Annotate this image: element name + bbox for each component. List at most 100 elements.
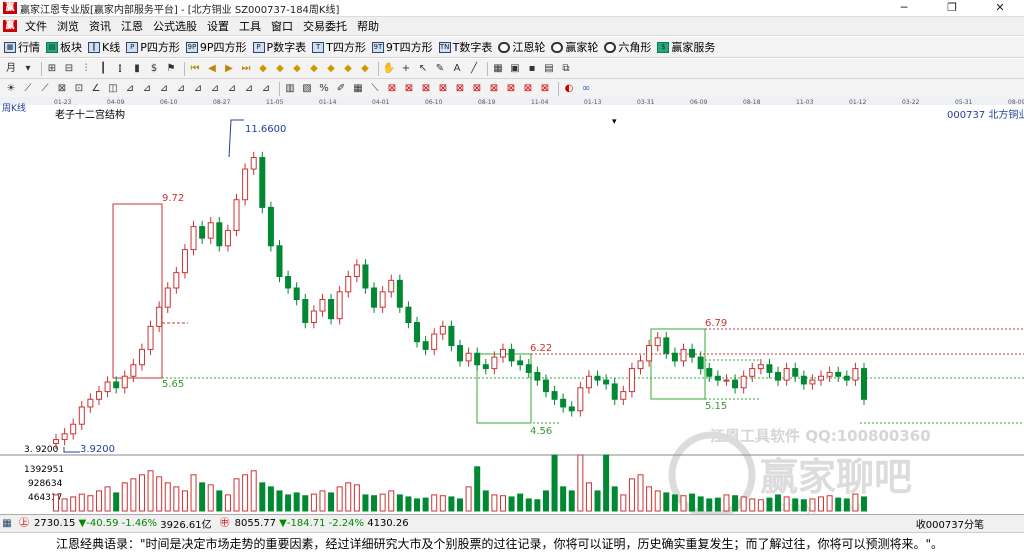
index-sh[interactable]: 2730.15 ▼-40.59 -1.46% 3926.61亿	[34, 516, 212, 531]
index-sz[interactable]: 8055.77 ▼-184.71 -2.24% 4130.26	[235, 518, 409, 529]
menu-trade[interactable]: 交易委托	[298, 17, 352, 36]
hand-icon[interactable]: ✋	[382, 62, 396, 76]
next-icon[interactable]: ▶	[222, 62, 236, 76]
gann-fan2-icon[interactable]: ⟋	[38, 82, 52, 96]
diamond-3-icon[interactable]: ◆	[290, 62, 304, 76]
menu-gann[interactable]: 江恩	[116, 17, 148, 36]
winner-wheel-button[interactable]: 赢家轮	[551, 39, 598, 55]
gann-fan-icon[interactable]: ⟋	[21, 82, 35, 96]
9t-square-button[interactable]: 9T 9T四方形	[371, 39, 433, 55]
status-right[interactable]: 收000737分笔	[916, 516, 984, 531]
infinity-icon[interactable]: ∞	[579, 82, 593, 96]
minimize-button[interactable]: ─	[880, 0, 928, 17]
menu-help[interactable]: 帮助	[352, 17, 384, 36]
gann-tool-5-icon[interactable]: ⊿	[191, 82, 205, 96]
arrow-icon[interactable]: ↖	[416, 62, 430, 76]
dropdown-marker-icon[interactable]: ▾	[612, 117, 617, 127]
diamond-2-icon[interactable]: ◆	[273, 62, 287, 76]
draw-icon[interactable]: ✎	[433, 62, 447, 76]
menu-tools[interactable]: 工具	[234, 17, 266, 36]
diamond-1-icon[interactable]: ◆	[256, 62, 270, 76]
line-icon[interactable]: ╱	[467, 62, 481, 76]
chart-area[interactable]: 01-23 04-09 06-10 08-27 11-05 01-14 04-01 06-10…	[0, 97, 1024, 519]
bar-type-icon[interactable]: ┃	[96, 62, 110, 76]
gann-tool-7-icon[interactable]: ⊿	[225, 82, 239, 96]
gann-tool-1-icon[interactable]: ⊿	[123, 82, 137, 96]
menu-info[interactable]: 资讯	[84, 17, 116, 36]
grid-icon[interactable]: ▦	[491, 62, 505, 76]
first-icon[interactable]: ⏮	[188, 62, 202, 76]
period-select[interactable]: 月	[4, 62, 18, 76]
mark-4-icon[interactable]: ⊠	[436, 82, 450, 96]
mark-7-icon[interactable]: ⊠	[487, 82, 501, 96]
mark-1-icon[interactable]: ⊠	[385, 82, 399, 96]
gann-tool-4-icon[interactable]: ⊿	[174, 82, 188, 96]
pen-icon[interactable]: ✐	[334, 82, 348, 96]
mark-8-icon[interactable]: ⊠	[504, 82, 518, 96]
candle-icon[interactable]: ▮	[130, 62, 144, 76]
mark-2-icon[interactable]: ⊠	[402, 82, 416, 96]
percent-icon[interactable]: %	[317, 82, 331, 96]
menu-file[interactable]: 文件	[20, 17, 52, 36]
zoom-out-icon[interactable]: ⊟	[62, 62, 76, 76]
ohlc-icon[interactable]: ⫾	[113, 62, 127, 76]
color-icon[interactable]: ◐	[562, 82, 576, 96]
menu-settings[interactable]: 设置	[202, 17, 234, 36]
menu-formula[interactable]: 公式选股	[148, 17, 202, 36]
maximize-button[interactable]: ❐	[928, 0, 976, 17]
diamond-7-icon[interactable]: ◆	[358, 62, 372, 76]
t-table-button[interactable]: TN T数字表	[438, 39, 492, 55]
sector-button[interactable]: ▤ 板块	[46, 39, 82, 55]
gann-wheel-button[interactable]: 江恩轮	[498, 39, 545, 55]
grid2-icon[interactable]: ▦	[351, 82, 365, 96]
kline-button[interactable]: ┃ K线	[88, 39, 120, 55]
calc-icon[interactable]: ▣	[508, 62, 522, 76]
diamond-6-icon[interactable]: ◆	[341, 62, 355, 76]
gann-box-1[interactable]	[112, 203, 163, 379]
zoom-in-icon[interactable]: ⊞	[45, 62, 59, 76]
mark-9-icon[interactable]: ⊠	[521, 82, 535, 96]
sun-icon[interactable]: ☀	[4, 82, 18, 96]
quote-button[interactable]: ▦ 行情	[4, 39, 40, 55]
prev-icon[interactable]: ◀	[205, 62, 219, 76]
p-table-button[interactable]: P P数字表	[252, 39, 306, 55]
book-icon[interactable]: ▤	[542, 62, 556, 76]
stats-icon[interactable]: ▧	[300, 82, 314, 96]
diamond-4-icon[interactable]: ◆	[307, 62, 321, 76]
close-button[interactable]: ✕	[976, 0, 1024, 17]
diag-icon[interactable]: ⟍	[368, 82, 382, 96]
grid-status-icon[interactable]: ▦	[0, 517, 14, 531]
gann-tool-6-icon[interactable]: ⊿	[208, 82, 222, 96]
t-square-button[interactable]: T T四方形	[312, 39, 366, 55]
flag-icon[interactable]: ⚑	[164, 62, 178, 76]
p-square-button[interactable]: P P四方形	[126, 39, 180, 55]
gann-tool-3-icon[interactable]: ⊿	[157, 82, 171, 96]
mark-6-icon[interactable]: ⊠	[470, 82, 484, 96]
crosshair-icon[interactable]: +	[399, 62, 413, 76]
gann-grid-icon[interactable]: ⊠	[55, 82, 69, 96]
kline-type-icon[interactable]: ⫶	[79, 62, 93, 76]
gann-box-icon[interactable]: ⊡	[72, 82, 86, 96]
text-icon[interactable]: A	[450, 62, 464, 76]
9p-square-button[interactable]: 9P 9P四方形	[185, 39, 247, 55]
service-button[interactable]: $ 赢家服务	[657, 39, 715, 55]
gann-tool-9-icon[interactable]: ⊿	[259, 82, 273, 96]
gann-tool-8-icon[interactable]: ⊿	[242, 82, 256, 96]
gann-tool-2-icon[interactable]: ⊿	[140, 82, 154, 96]
mark-10-icon[interactable]: ⊠	[538, 82, 552, 96]
gann-square-icon[interactable]: ◫	[106, 82, 120, 96]
period-dropdown-icon[interactable]: ▾	[21, 62, 35, 76]
diamond-5-icon[interactable]: ◆	[324, 62, 338, 76]
last-icon[interactable]: ⏭	[239, 62, 253, 76]
mark-5-icon[interactable]: ⊠	[453, 82, 467, 96]
menu-window[interactable]: 窗口	[266, 17, 298, 36]
price-icon[interactable]: $	[147, 62, 161, 76]
mark-3-icon[interactable]: ⊠	[419, 82, 433, 96]
hexagon-button[interactable]: 六角形	[604, 39, 651, 55]
save-icon[interactable]: ▪	[525, 62, 539, 76]
link-icon[interactable]: ⧉	[559, 62, 573, 76]
kline-chart[interactable]: 01-23 04-09 06-10 08-27 11-05 01-14 04-01 06-10…	[0, 97, 1024, 519]
gann-angle-icon[interactable]: ∠	[89, 82, 103, 96]
menu-browse[interactable]: 浏览	[52, 17, 84, 36]
bar-chart-icon[interactable]: ▥	[283, 82, 297, 96]
